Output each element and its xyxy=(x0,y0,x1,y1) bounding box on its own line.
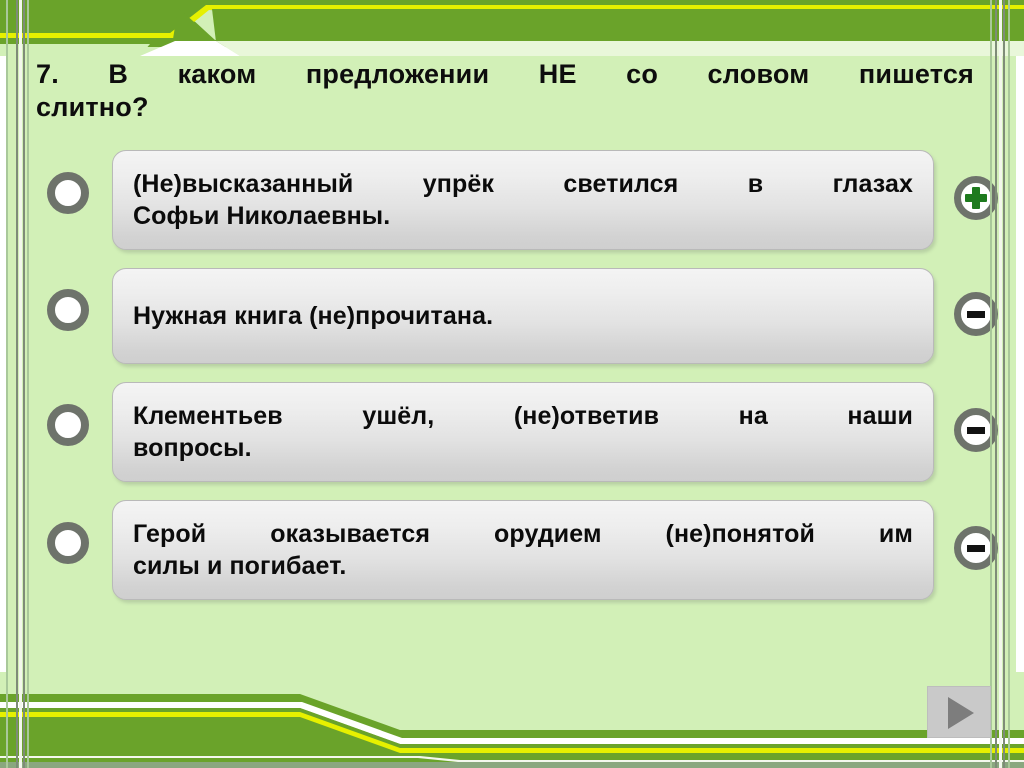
answer-text-option-4: Герой оказывается орудием (не)понятой им… xyxy=(133,518,913,582)
question-text: 7. В каком предложении НЕ со словом пише… xyxy=(36,58,974,125)
radio-button-option-1[interactable] xyxy=(47,172,89,214)
minus-icon xyxy=(961,299,991,329)
answer-option-row[interactable]: Клементьев ушёл, (не)ответив на наши воп… xyxy=(0,382,1024,482)
answer-card-option-1[interactable]: (Не)высказанный упрёк светился в глазах … xyxy=(112,150,934,250)
play-icon xyxy=(948,697,974,729)
left-rail-4 xyxy=(23,0,25,768)
answer-text-option-3: Клементьев ушёл, (не)ответив на наши воп… xyxy=(133,400,913,464)
question-line-1: 7. В каком предложении НЕ со словом пише… xyxy=(36,59,974,89)
left-rail-2 xyxy=(16,0,18,768)
answer-text-option-2: Нужная книга (не)прочитана. xyxy=(133,300,913,332)
right-rail-1 xyxy=(990,0,992,768)
answer-option-row[interactable]: (Не)высказанный упрёк светился в глазах … xyxy=(0,150,1024,250)
left-rail-1 xyxy=(6,0,8,768)
answer-text-option-1: (Не)высказанный упрёк светился в глазах … xyxy=(133,168,913,232)
radio-button-option-4[interactable] xyxy=(47,522,89,564)
left-rail-5 xyxy=(27,0,29,768)
answer-line-2: Софьи Николаевны. xyxy=(133,202,391,230)
left-rail-3 xyxy=(19,0,22,768)
play-button[interactable] xyxy=(927,686,991,738)
answer-option-row[interactable]: Нужная книга (не)прочитана. xyxy=(0,268,1024,364)
answer-card-option-2[interactable]: Нужная книга (не)прочитана. xyxy=(112,268,934,364)
answer-line-1: Нужная книга (не)прочитана. xyxy=(133,302,494,330)
minus-icon xyxy=(961,533,991,563)
answer-card-option-3[interactable]: Клементьев ушёл, (не)ответив на наши воп… xyxy=(112,382,934,482)
quiz-slide: 7. В каком предложении НЕ со словом пише… xyxy=(0,0,1024,768)
answer-line-1: Герой оказывается орудием (не)понятой им xyxy=(133,520,913,548)
answer-line-1: (Не)высказанный упрёк светился в глазах xyxy=(133,170,913,198)
radio-button-option-2[interactable] xyxy=(47,289,89,331)
right-rail-4 xyxy=(1003,0,1005,768)
answer-line-2: вопросы. xyxy=(133,434,252,462)
radio-button-option-3[interactable] xyxy=(47,404,89,446)
right-rail-3 xyxy=(999,0,1002,768)
answer-line-2: силы и погибает. xyxy=(133,552,347,580)
minus-icon xyxy=(961,415,991,445)
answer-card-option-4[interactable]: Герой оказывается орудием (не)понятой им… xyxy=(112,500,934,600)
right-rail-5 xyxy=(1008,0,1010,768)
answer-options-list: (Не)высказанный упрёк светился в глазах … xyxy=(0,150,1024,618)
answer-option-row[interactable]: Герой оказывается орудием (не)понятой им… xyxy=(0,500,1024,600)
plus-icon xyxy=(961,183,991,213)
question-line-2: слитно? xyxy=(36,92,149,123)
right-rail-2 xyxy=(995,0,997,768)
answer-line-1: Клементьев ушёл, (не)ответив на наши xyxy=(133,402,913,430)
